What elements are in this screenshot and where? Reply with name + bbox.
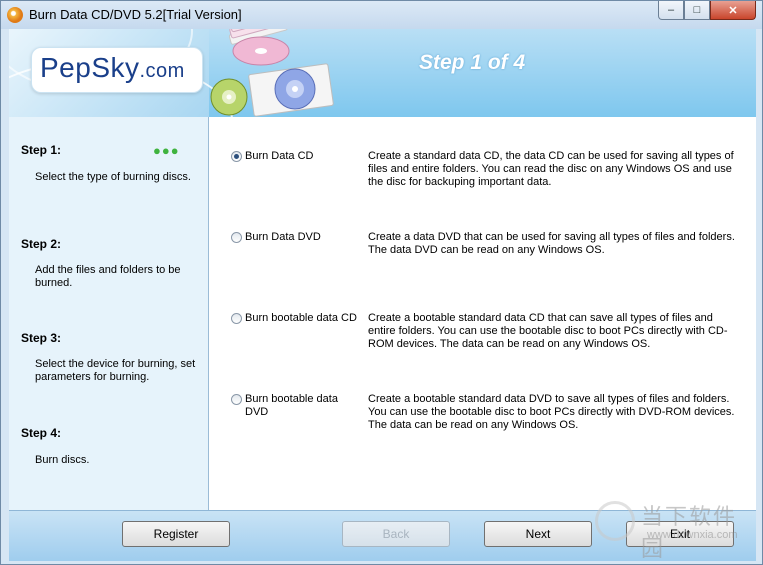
step-heading: Step 1 of 4: [419, 51, 526, 74]
radio-burn-data-dvd[interactable]: [231, 232, 242, 243]
option-label[interactable]: Burn Data CD: [245, 150, 357, 163]
step-4-desc: Burn discs.: [35, 454, 90, 466]
step-4-title: Step 4:: [21, 426, 62, 440]
banner: PepSky.com Step 1 of 4: [9, 29, 756, 117]
watermark: 当下软件园 www.downxia.com: [595, 499, 755, 562]
radio-burn-bootable-dvd[interactable]: [231, 394, 242, 405]
watermark-logo-icon: [595, 501, 635, 541]
option-label[interactable]: Burn bootable data DVD: [245, 393, 357, 419]
option-description: Create a bootable standard data DVD to s…: [368, 393, 735, 431]
option-label[interactable]: Burn bootable data CD: [245, 312, 357, 325]
step-3-title: Step 3:: [21, 331, 62, 345]
step-3-desc: Select the device for burning, set param…: [35, 358, 196, 383]
option-label[interactable]: Burn Data DVD: [245, 231, 357, 244]
banner-logo-area: PepSky.com: [9, 29, 233, 117]
button-bar: Register Back Next Exit 当下软件园 www.downxi…: [9, 501, 756, 562]
logo-domain-text: .com: [139, 60, 185, 82]
discs-illustration: [209, 29, 339, 117]
next-button[interactable]: Next: [484, 521, 592, 547]
minimize-button[interactable]: –: [658, 1, 684, 20]
window-controls: – □ ✕: [658, 1, 756, 20]
step-1-title: Step 1:: [21, 143, 62, 157]
window-title: Burn Data CD/DVD 5.2[Trial Version]: [29, 7, 242, 22]
discs-icon: [210, 29, 334, 117]
logo-text: PepSky.com: [40, 52, 185, 84]
watermark-url: www.downxia.com: [647, 529, 738, 541]
radio-burn-data-cd[interactable]: [231, 151, 242, 162]
pepsky-logo: PepSky.com: [31, 47, 203, 93]
app-window: Burn Data CD/DVD 5.2[Trial Version] – □ …: [0, 0, 763, 565]
current-step-indicator: ●●●: [153, 143, 180, 158]
title-bar[interactable]: Burn Data CD/DVD 5.2[Trial Version] – □ …: [1, 1, 762, 29]
logo-main-text: PepSky: [40, 52, 140, 83]
option-description: Create a standard data CD, the data CD c…: [368, 150, 734, 188]
radio-burn-bootable-cd[interactable]: [231, 313, 242, 324]
step-2-title: Step 2:: [21, 237, 62, 251]
back-button[interactable]: Back: [342, 521, 450, 547]
step-1-desc: Select the type of burning discs.: [35, 171, 191, 183]
close-button[interactable]: ✕: [710, 1, 756, 20]
maximize-button[interactable]: □: [684, 1, 710, 20]
step-2-desc: Add the files and folders to be burned.: [35, 264, 181, 289]
register-button[interactable]: Register: [122, 521, 230, 547]
option-description: Create a bootable standard data CD that …: [368, 312, 728, 350]
options-panel: Burn Data CD Create a standard data CD, …: [209, 117, 756, 510]
option-description: Create a data DVD that can be used for s…: [368, 231, 735, 256]
steps-sidebar: Step 1: ●●● Select the type of burning d…: [9, 117, 209, 510]
app-disc-icon: [7, 7, 23, 23]
